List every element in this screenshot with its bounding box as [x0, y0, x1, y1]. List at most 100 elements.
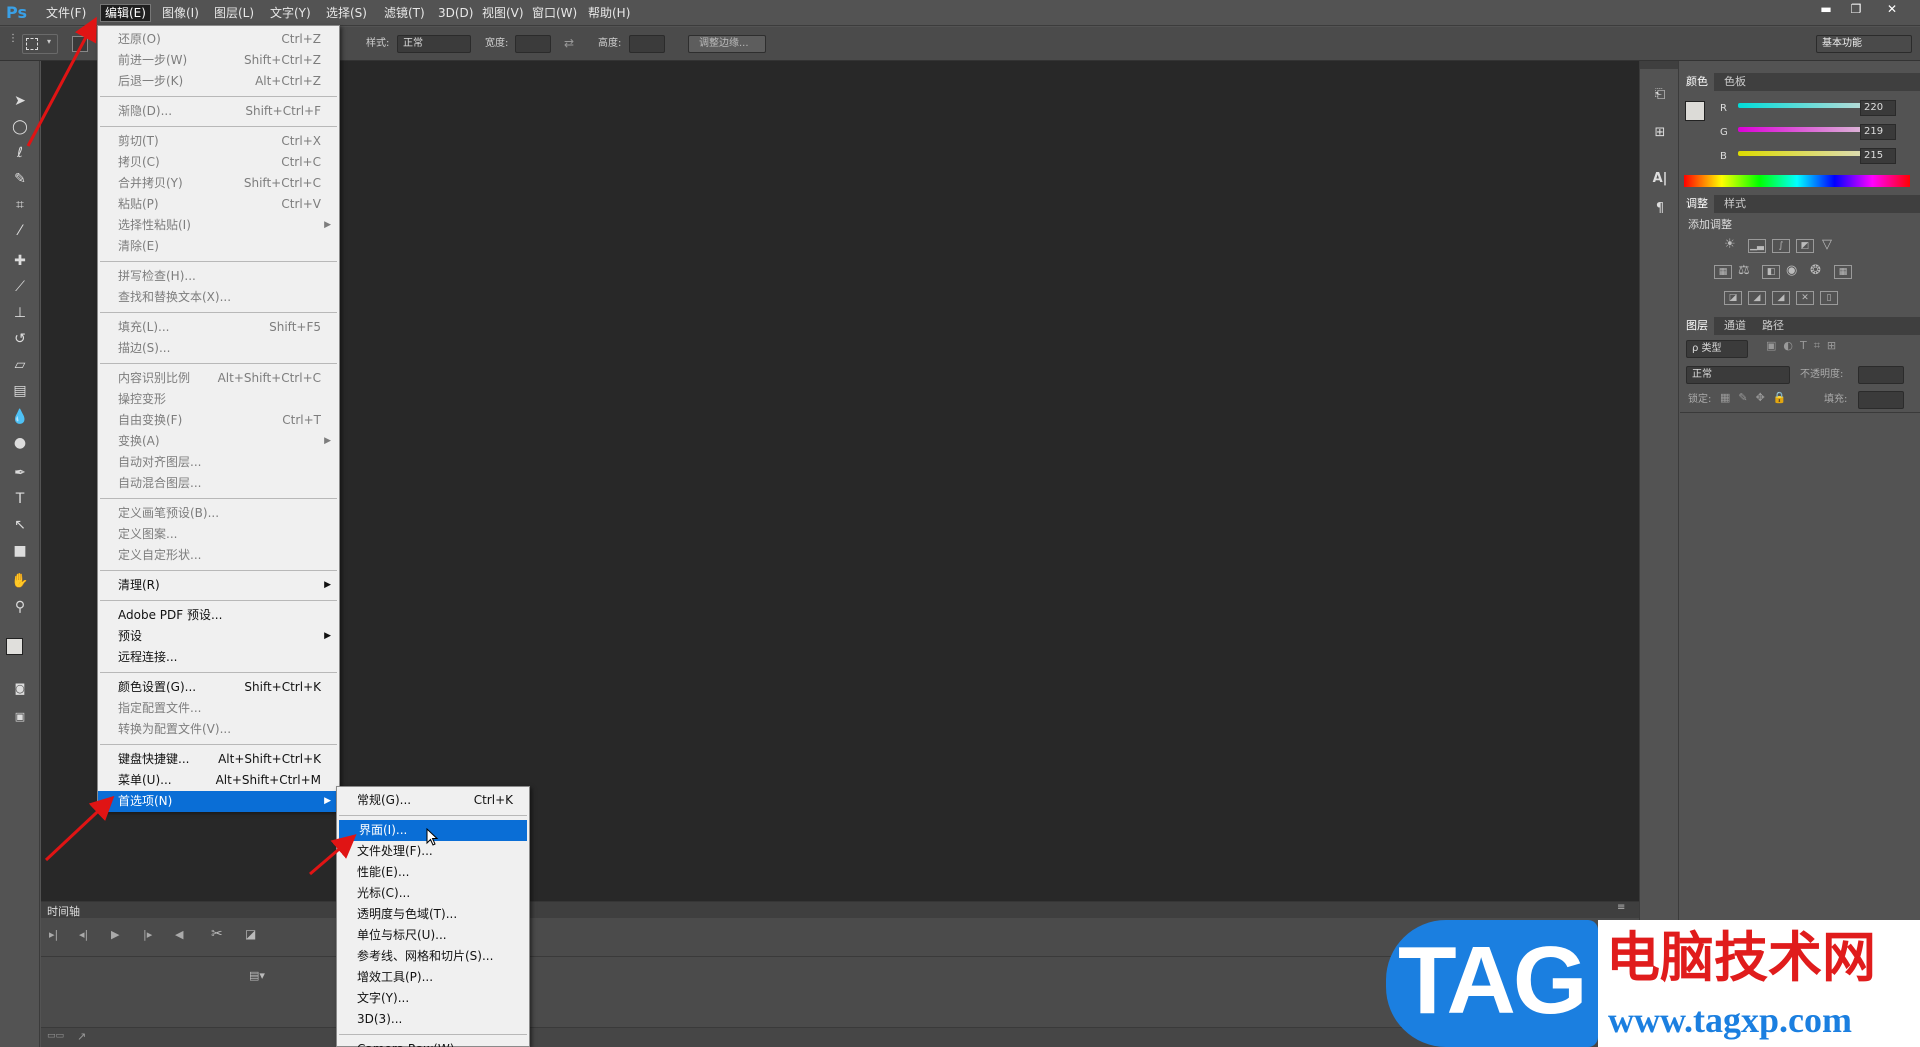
edit-menu-item[interactable]: 合并拷贝(Y) Shift+Ctrl+C — [98, 173, 339, 194]
blend-mode-select[interactable]: 正常 — [1686, 366, 1790, 384]
edit-menu-item[interactable]: 拼写检查(H)... — [98, 266, 339, 287]
edit-menu-item[interactable]: 操控变形 — [98, 389, 339, 410]
clone-stamp-icon[interactable]: ⊥ — [8, 301, 32, 325]
prefs-menu-item[interactable]: 参考线、网格和切片(S)... — [337, 946, 529, 967]
threshold-icon[interactable]: ◢ — [1772, 291, 1790, 305]
rectangle-tool-icon[interactable]: ■ — [8, 539, 32, 563]
prefs-menu-item[interactable]: 单位与标尺(U)... — [337, 925, 529, 946]
posterize-icon[interactable]: ◢ — [1748, 291, 1766, 305]
quick-select-icon[interactable]: ✎ — [8, 167, 32, 191]
edit-menu-item[interactable]: 远程连接... — [98, 647, 339, 668]
marquee-tool-preset-button[interactable]: ▾ — [22, 34, 58, 54]
convert-icon[interactable]: ↗ — [77, 1030, 86, 1043]
prefs-menu-item[interactable]: 3D(3)... — [337, 1009, 529, 1030]
prefs-menu-item[interactable]: Camera Raw(W)... — [337, 1039, 529, 1047]
bw-icon[interactable]: ◧ — [1762, 265, 1780, 279]
edit-menu-item[interactable]: 前进一步(W) Shift+Ctrl+Z — [98, 50, 339, 71]
history-icon[interactable]: ⎗ — [1648, 83, 1672, 107]
edit-menu-item[interactable]: 定义画笔预设(B)... — [98, 503, 339, 524]
next-frame-icon[interactable]: |▸ — [143, 928, 152, 941]
menu-10[interactable]: 帮助(H) — [584, 4, 634, 22]
close-button[interactable]: ✕ — [1878, 1, 1906, 19]
frame-options-icon[interactable]: ▭▭ — [47, 1031, 64, 1041]
edit-menu-item[interactable]: Adobe PDF 预设... — [98, 605, 339, 626]
selective-color-icon[interactable]: ✕ — [1796, 291, 1814, 305]
refine-edge-button[interactable]: 调整边缘... — [688, 35, 766, 53]
eraser-icon[interactable]: ▱ — [8, 353, 32, 377]
curves-icon[interactable]: ∫ — [1772, 239, 1790, 253]
tab-styles[interactable]: 样式 — [1718, 195, 1752, 213]
blur-tool-icon[interactable]: 💧 — [8, 405, 32, 429]
restore-button[interactable]: ❐ — [1842, 1, 1870, 19]
menu-8[interactable]: 视图(V) — [478, 4, 528, 22]
tab-paths[interactable]: 路径 — [1756, 317, 1790, 335]
lasso-tool-icon[interactable]: ℓ — [8, 141, 32, 165]
edit-menu-item[interactable]: 描边(S)... — [98, 338, 339, 359]
edit-menu-item[interactable]: 后退一步(K) Alt+Ctrl+Z — [98, 71, 339, 92]
edit-menu-item[interactable]: 预设 ▶ — [98, 626, 339, 647]
prev-frame-icon[interactable]: ◂| — [79, 928, 88, 941]
foreground-color-swatch[interactable] — [6, 638, 23, 655]
history-brush-icon[interactable]: ↺ — [8, 327, 32, 351]
hand-tool-icon[interactable]: ✋ — [8, 569, 32, 593]
edit-menu-item[interactable]: 粘贴(P) Ctrl+V — [98, 194, 339, 215]
menu-0[interactable]: 文件(F) — [42, 4, 90, 22]
brightness-icon[interactable]: ☀ — [1724, 237, 1736, 252]
edit-menu-item[interactable]: 定义自定形状... — [98, 545, 339, 566]
swap-icon[interactable]: ⇄ — [564, 36, 574, 50]
edit-menu-item[interactable]: 查找和替换文本(X)... — [98, 287, 339, 308]
edit-menu-item[interactable]: 选择性粘贴(I) ▶ — [98, 215, 339, 236]
menu-9[interactable]: 窗口(W) — [528, 4, 581, 22]
edit-menu-item[interactable]: 剪切(T) Ctrl+X — [98, 131, 339, 152]
prefs-menu-item[interactable]: 常规(G)... Ctrl+K — [337, 790, 529, 811]
vibrance-icon[interactable]: ▽ — [1822, 237, 1832, 252]
channel-b-value[interactable]: 215 — [1860, 148, 1896, 164]
character-icon[interactable]: A| — [1648, 167, 1672, 191]
edit-menu-item[interactable]: 自由变换(F) Ctrl+T — [98, 410, 339, 431]
edit-menu-item[interactable]: 定义图案... — [98, 524, 339, 545]
hue-sat-icon[interactable]: ▦ — [1714, 265, 1732, 279]
new-selection-icon[interactable] — [72, 36, 88, 52]
fill-input[interactable] — [1858, 391, 1904, 409]
quick-mask-icon[interactable]: ◙ — [8, 677, 32, 701]
color-lookup-icon[interactable]: ▦ — [1834, 265, 1852, 279]
edit-menu-item[interactable]: 键盘快捷键... Alt+Shift+Ctrl+K — [98, 749, 339, 770]
edit-menu-item[interactable]: 内容识别比例 Alt+Shift+Ctrl+C — [98, 368, 339, 389]
channel-mixer-icon[interactable]: ❂ — [1810, 263, 1821, 278]
scissors-icon[interactable]: ✂ — [211, 926, 223, 942]
edit-menu-item[interactable]: 清理(R) ▶ — [98, 575, 339, 596]
transition-icon[interactable]: ◪ — [245, 927, 256, 941]
tab-color[interactable]: 颜色 — [1680, 73, 1714, 91]
dodge-tool-icon[interactable]: ● — [8, 431, 32, 455]
edit-menu-item[interactable]: 颜色设置(G)... Shift+Ctrl+K — [98, 677, 339, 698]
menu-4[interactable]: 文字(Y) — [266, 4, 315, 22]
audio-icon[interactable]: ◀ — [175, 928, 183, 941]
channel-r-value[interactable]: 220 — [1860, 100, 1896, 116]
width-input[interactable] — [515, 35, 551, 53]
edit-menu-item[interactable]: 菜单(U)... Alt+Shift+Ctrl+M — [98, 770, 339, 791]
photo-filter-icon[interactable]: ◉ — [1786, 263, 1797, 278]
pen-tool-icon[interactable]: ✒ — [8, 461, 32, 485]
prefs-menu-item[interactable]: 光标(C)... — [337, 883, 529, 904]
crop-tool-icon[interactable]: ⌗ — [8, 193, 32, 217]
menu-6[interactable]: 滤镜(T) — [380, 4, 429, 22]
properties-icon[interactable]: ⊞ — [1648, 121, 1672, 145]
style-select[interactable]: 正常 — [397, 35, 471, 53]
edit-menu-item[interactable]: 拷贝(C) Ctrl+C — [98, 152, 339, 173]
edit-menu-item[interactable]: 首选项(N) ▶ — [98, 791, 339, 812]
exposure-icon[interactable]: ◩ — [1796, 239, 1814, 253]
play-icon[interactable]: ▶ — [111, 928, 119, 941]
lock-icons[interactable]: ▦✎✥🔒 — [1720, 391, 1795, 404]
tab-swatches[interactable]: 色板 — [1718, 73, 1752, 91]
edit-menu-item[interactable]: 指定配置文件... — [98, 698, 339, 719]
color-spectrum[interactable] — [1684, 175, 1910, 187]
elliptical-marquee-icon[interactable]: ◯ — [8, 115, 32, 139]
levels-icon[interactable]: ▁▃ — [1748, 239, 1766, 253]
edit-menu-item[interactable]: 自动混合图层... — [98, 473, 339, 494]
menu-5[interactable]: 选择(S) — [322, 4, 371, 22]
menu-1[interactable]: 编辑(E) — [100, 4, 151, 22]
fg-color-chip[interactable] — [1685, 101, 1705, 121]
edit-menu-item[interactable]: 变换(A) ▶ — [98, 431, 339, 452]
channel-g-value[interactable]: 219 — [1860, 124, 1896, 140]
prefs-menu-item[interactable]: 增效工具(P)... — [337, 967, 529, 988]
